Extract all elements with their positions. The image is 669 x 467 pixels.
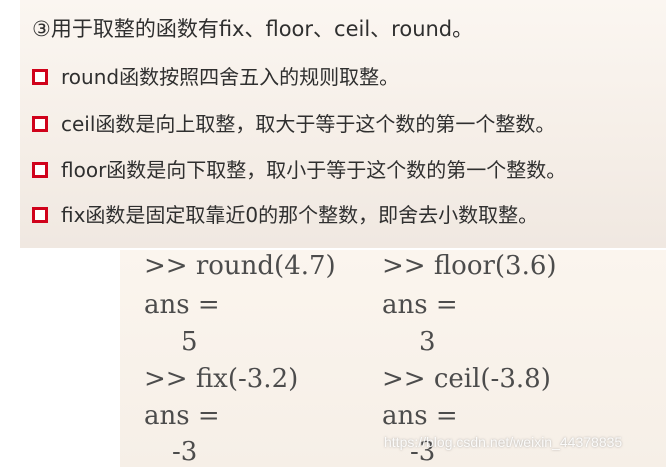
bullet-fix: fix函数是固定取靠近0的那个整数，即舍去小数取整。: [32, 199, 538, 228]
slide-title: ③用于取整的函数有fix、floor、ceil、round。: [32, 17, 474, 41]
ceil-ans-label: ans =: [382, 401, 458, 431]
square-bullet-icon: [32, 116, 48, 132]
bullet-text: floor函数是向下取整，取小于等于这个数的第一个整数。: [61, 158, 567, 182]
round-result: 5: [181, 327, 198, 357]
bullet-floor: floor函数是向下取整，取小于等于这个数的第一个整数。: [32, 154, 566, 183]
bullet-ceil: ceil函数是向上取整，取大于等于这个数的第一个整数。: [32, 108, 555, 137]
floor-ans-label: ans =: [382, 290, 458, 320]
floor-command: >> floor(3.6): [382, 251, 557, 281]
floor-result: 3: [419, 327, 436, 357]
watermark: https://blog.csdn.net/weixin_44378835: [384, 434, 623, 450]
bullet-round: round函数按照四舍五入的规则取整。: [32, 61, 399, 90]
bullet-text: round函数按照四舍五入的规则取整。: [61, 65, 400, 89]
fix-command: >> fix(-3.2): [144, 364, 299, 394]
fix-ans-label: ans =: [144, 401, 220, 431]
bullet-text: fix函数是固定取靠近0的那个整数，即舍去小数取整。: [61, 203, 539, 227]
round-ans-label: ans =: [144, 290, 220, 320]
fix-result: -3: [172, 437, 198, 467]
bullet-text: ceil函数是向上取整，取大于等于这个数的第一个整数。: [61, 112, 556, 136]
round-command: >> round(4.7): [144, 251, 336, 281]
square-bullet-icon: [32, 162, 48, 178]
square-bullet-icon: [32, 69, 48, 85]
square-bullet-icon: [32, 207, 48, 223]
ceil-command: >> ceil(-3.8): [382, 364, 551, 394]
